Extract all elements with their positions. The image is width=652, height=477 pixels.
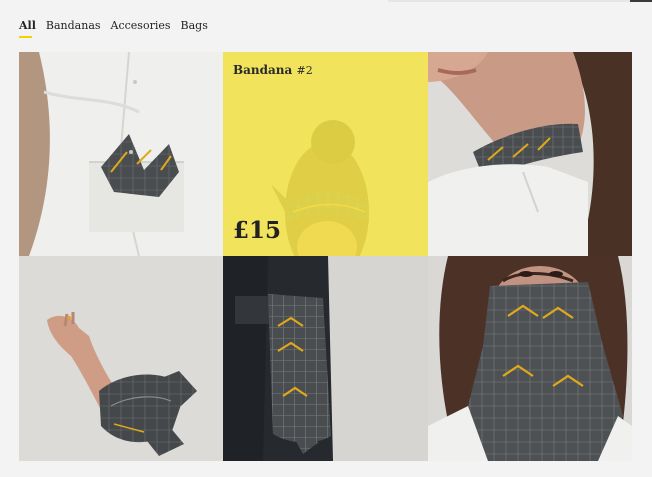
product-tile-wrist-bandana[interactable] (19, 256, 223, 461)
top-edge-accent (630, 0, 652, 2)
top-edge-bar (388, 0, 652, 2)
filter-bandanas[interactable]: Bandanas (46, 19, 101, 38)
product-grid: Bandana #2 £15 (19, 52, 632, 461)
product-image (19, 256, 223, 461)
product-tile-pocket-bandana[interactable] (223, 256, 428, 461)
product-tile-face-mask-bandana[interactable] (428, 256, 632, 461)
product-price: £15 (233, 217, 282, 244)
product-title: Bandana #2 (233, 63, 313, 77)
product-image (428, 52, 632, 256)
filter-bags[interactable]: Bags (181, 19, 208, 38)
product-image (428, 256, 632, 461)
filter-all[interactable]: All (19, 19, 36, 38)
product-tile-shirt-pocket-square[interactable] (19, 52, 223, 256)
product-tile-neck-scarf[interactable] (428, 52, 632, 256)
filter-accesories[interactable]: Accesories (111, 19, 171, 38)
product-name: Bandana (233, 63, 293, 77)
product-image (223, 256, 428, 461)
product-image (19, 52, 223, 256)
product-number: #2 (296, 64, 313, 77)
product-tile-bandana-2[interactable]: Bandana #2 £15 (223, 52, 428, 256)
category-filter-bar: All Bandanas Accesories Bags (19, 19, 208, 38)
